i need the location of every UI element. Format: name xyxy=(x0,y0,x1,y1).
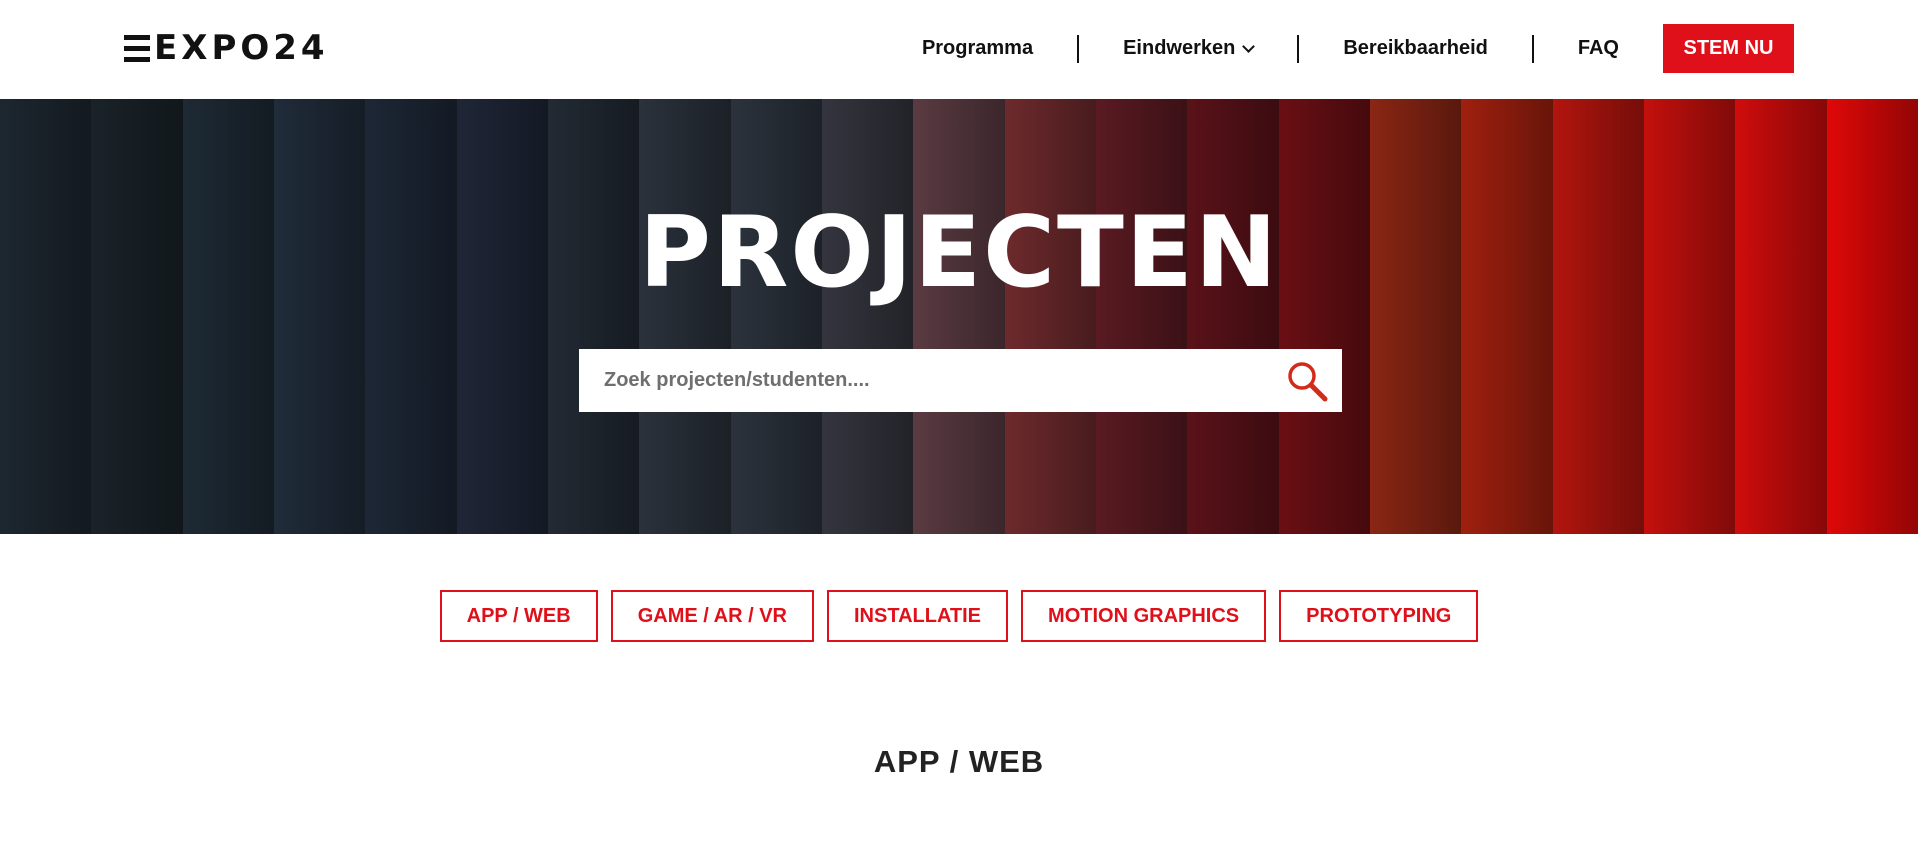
hero-stripe xyxy=(730,99,822,534)
hero-stripe xyxy=(1826,99,1918,534)
nav-faq[interactable]: FAQ xyxy=(1534,37,1663,60)
stem-nu-button[interactable]: STEM NU xyxy=(1663,24,1794,73)
hero-banner xyxy=(0,99,1918,534)
hero-stripe xyxy=(821,99,914,534)
nav-programma[interactable]: Programma xyxy=(878,37,1077,60)
nav-label: FAQ xyxy=(1577,37,1619,59)
nav-label: Eindwerken xyxy=(1123,37,1236,59)
section-title: APP / WEB xyxy=(873,744,1045,779)
hero-stripe xyxy=(1004,99,1096,534)
nav-bereikbaarheid[interactable]: Bereikbaarheid xyxy=(1299,37,1532,60)
hero-stripe xyxy=(1095,99,1188,534)
expo24-logo[interactable]: EXPO24 xyxy=(124,28,329,68)
hero-stripe xyxy=(0,99,92,534)
hero-stripe xyxy=(1735,99,1827,534)
hero-stripe xyxy=(273,99,366,534)
hero-stripe xyxy=(1552,99,1644,534)
main-nav: Programma Eindwerken Bereikbaarheid FAQ … xyxy=(878,24,1794,73)
hero-stripe xyxy=(639,99,731,534)
hero-stripe xyxy=(365,99,457,534)
site-header: EXPO24 Programma Eindwerken Bereikbaarhe… xyxy=(0,0,1918,99)
logo-bars-icon xyxy=(124,35,150,62)
magnifier-icon xyxy=(1288,361,1328,401)
hero-stripe xyxy=(456,99,548,534)
logo-text: EXPO24 xyxy=(154,28,329,68)
nav-label: Programma xyxy=(921,37,1034,59)
filter-button[interactable]: APP / WEB xyxy=(439,590,598,642)
hero-stripe xyxy=(1278,99,1370,534)
filter-button[interactable]: INSTALLATIE xyxy=(827,590,1009,642)
page-title: PROJECTEN xyxy=(639,196,1279,310)
search-input[interactable] xyxy=(579,349,1272,412)
hero-stripe xyxy=(1643,99,1736,534)
hero-stripe xyxy=(1187,99,1279,534)
hero-stripe xyxy=(1369,99,1462,534)
filter-button[interactable]: PROTOTYPING xyxy=(1279,590,1479,642)
hero-stripe xyxy=(1461,99,1553,534)
hero-stripe xyxy=(91,99,183,534)
hero-stripe xyxy=(547,99,640,534)
nav-label: Bereikbaarheid xyxy=(1343,37,1488,59)
filter-button[interactable]: MOTION GRAPHICS xyxy=(1021,590,1267,642)
chevron-down-icon xyxy=(1242,39,1256,53)
nav-eindwerken[interactable]: Eindwerken xyxy=(1079,37,1297,60)
hero-stripe xyxy=(913,99,1005,534)
category-filters: APP / WEB GAME / AR / VR INSTALLATIE MOTION… xyxy=(0,590,1918,642)
search-bar xyxy=(579,349,1342,412)
search-button[interactable] xyxy=(1272,349,1342,412)
filter-button[interactable]: GAME / AR / VR xyxy=(610,590,814,642)
hero-stripe xyxy=(182,99,274,534)
